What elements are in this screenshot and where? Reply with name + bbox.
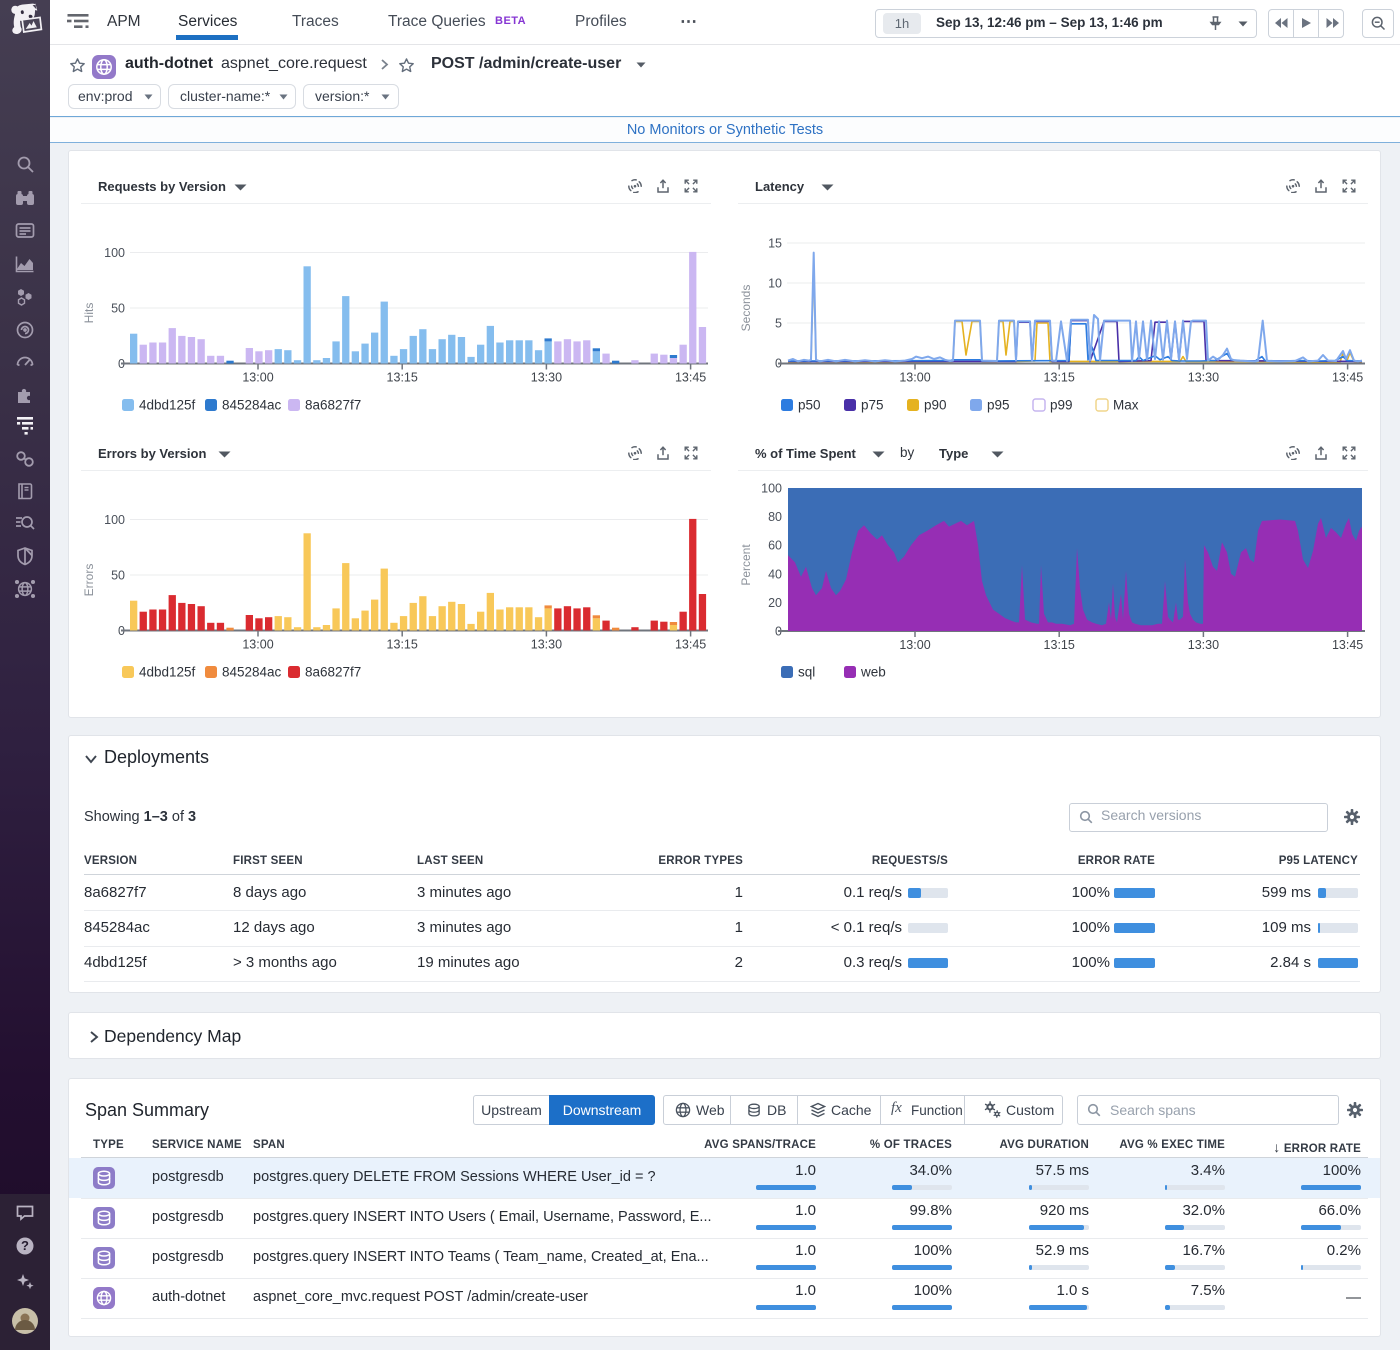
svg-text:13:30: 13:30 xyxy=(1188,371,1219,385)
svg-text:p95: p95 xyxy=(987,398,1010,413)
svg-text:13:45: 13:45 xyxy=(1332,371,1363,385)
svg-text:100: 100 xyxy=(761,482,782,496)
svg-text:13:45: 13:45 xyxy=(675,638,706,652)
svg-text:Errors: Errors xyxy=(82,564,96,597)
svg-text:50: 50 xyxy=(111,302,125,316)
svg-text:50: 50 xyxy=(111,569,125,583)
svg-text:4dbd125f: 4dbd125f xyxy=(139,398,196,413)
svg-text:100: 100 xyxy=(104,513,125,527)
svg-text:13:30: 13:30 xyxy=(531,371,562,385)
svg-text:8a6827f7: 8a6827f7 xyxy=(305,398,361,413)
svg-text:Hits: Hits xyxy=(82,303,96,324)
svg-text:13:30: 13:30 xyxy=(1188,638,1219,652)
svg-text:Max: Max xyxy=(1113,398,1139,413)
svg-text:15: 15 xyxy=(768,237,782,251)
svg-text:8a6827f7: 8a6827f7 xyxy=(305,665,361,680)
svg-text:Percent: Percent xyxy=(739,544,753,586)
svg-text:40: 40 xyxy=(768,567,782,581)
svg-text:Seconds: Seconds xyxy=(739,285,753,332)
svg-text:80: 80 xyxy=(768,510,782,524)
svg-text:p75: p75 xyxy=(861,398,884,413)
svg-text:p50: p50 xyxy=(798,398,821,413)
svg-text:13:00: 13:00 xyxy=(242,371,273,385)
svg-text:100: 100 xyxy=(104,246,125,260)
svg-text:13:45: 13:45 xyxy=(675,371,706,385)
svg-text:10: 10 xyxy=(768,277,782,291)
svg-text:5: 5 xyxy=(775,317,782,331)
svg-text:13:15: 13:15 xyxy=(1044,371,1075,385)
svg-text:13:15: 13:15 xyxy=(387,638,418,652)
svg-text:845284ac: 845284ac xyxy=(222,665,282,680)
svg-text:13:00: 13:00 xyxy=(899,371,930,385)
svg-text:13:00: 13:00 xyxy=(899,638,930,652)
svg-text:web: web xyxy=(860,665,886,680)
svg-text:13:45: 13:45 xyxy=(1332,638,1363,652)
svg-text:13:15: 13:15 xyxy=(387,371,418,385)
svg-text:13:00: 13:00 xyxy=(242,638,273,652)
svg-text:4dbd125f: 4dbd125f xyxy=(139,665,196,680)
svg-text:p90: p90 xyxy=(924,398,947,413)
svg-text:60: 60 xyxy=(768,539,782,553)
svg-text:20: 20 xyxy=(768,596,782,610)
svg-text:845284ac: 845284ac xyxy=(222,398,282,413)
svg-text:p99: p99 xyxy=(1050,398,1073,413)
svg-text:sql: sql xyxy=(798,665,815,680)
svg-text:13:15: 13:15 xyxy=(1044,638,1075,652)
svg-text:13:30: 13:30 xyxy=(531,638,562,652)
